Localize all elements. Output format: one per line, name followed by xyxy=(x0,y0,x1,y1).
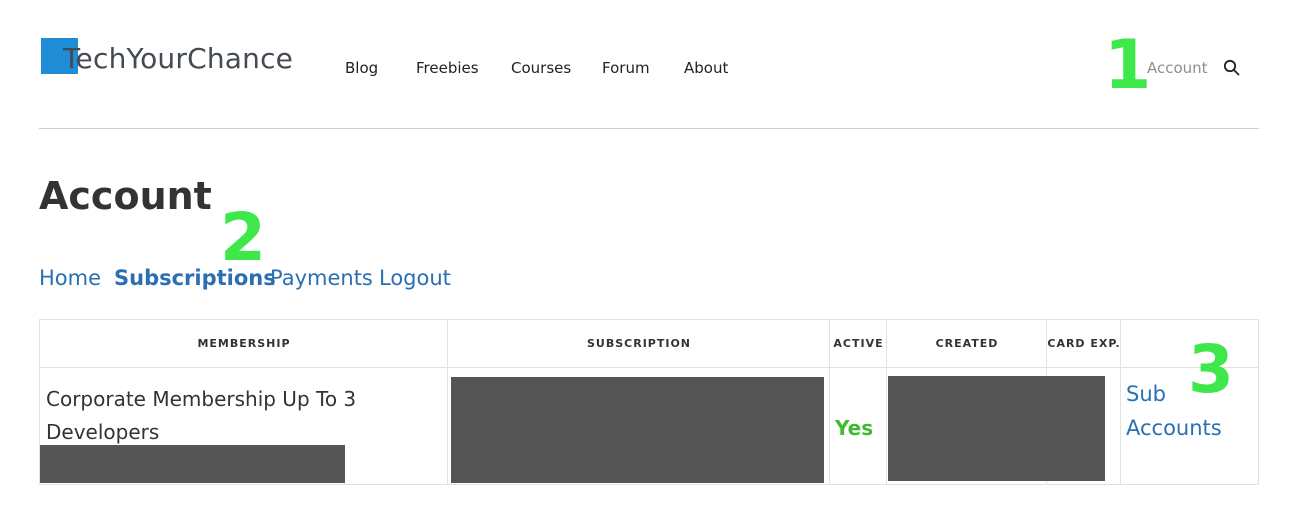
th-membership: MEMBERSHIP xyxy=(197,336,291,350)
nav-forum[interactable]: Forum xyxy=(602,59,650,77)
redacted-block-created xyxy=(888,376,1105,481)
redacted-block-subscription xyxy=(451,377,824,483)
subscriptions-table: MEMBERSHIP SUBSCRIPTION ACTIVE CREATED C… xyxy=(39,319,1259,485)
th-subscription: SUBSCRIPTION xyxy=(586,336,691,350)
nav-blog[interactable]: Blog xyxy=(345,59,378,77)
subnav-home[interactable]: Home xyxy=(39,266,101,290)
nav-about[interactable]: About xyxy=(684,59,728,77)
cell-active: Yes xyxy=(835,416,874,440)
nav-freebies[interactable]: Freebies xyxy=(416,59,479,77)
annotation-1: 1 xyxy=(1104,26,1152,105)
th-card-exp: CARD EXP. xyxy=(1047,336,1121,350)
search-icon[interactable] xyxy=(1223,59,1241,77)
subnav-payments[interactable]: Payments xyxy=(270,266,373,290)
nav-account[interactable]: Account xyxy=(1147,59,1208,77)
page-title: Account xyxy=(39,174,212,218)
redacted-block-membership xyxy=(40,445,345,483)
account-page: TechYourChance Blog Freebies Courses For… xyxy=(0,0,1296,517)
logo-text: TechYourChance xyxy=(63,42,294,75)
th-created: CREATED xyxy=(935,336,999,350)
header-row-divider xyxy=(40,367,1258,368)
header-divider xyxy=(39,128,1259,129)
nav-courses[interactable]: Courses xyxy=(511,59,571,77)
th-active: ACTIVE xyxy=(833,336,884,350)
cell-membership: Corporate Membership Up To 3 Developers xyxy=(46,387,357,444)
site-logo[interactable]: TechYourChance xyxy=(41,38,311,78)
annotation-2: 2 xyxy=(220,199,266,276)
subnav-logout[interactable]: Logout xyxy=(379,266,451,290)
annotation-3: 3 xyxy=(1188,331,1234,408)
